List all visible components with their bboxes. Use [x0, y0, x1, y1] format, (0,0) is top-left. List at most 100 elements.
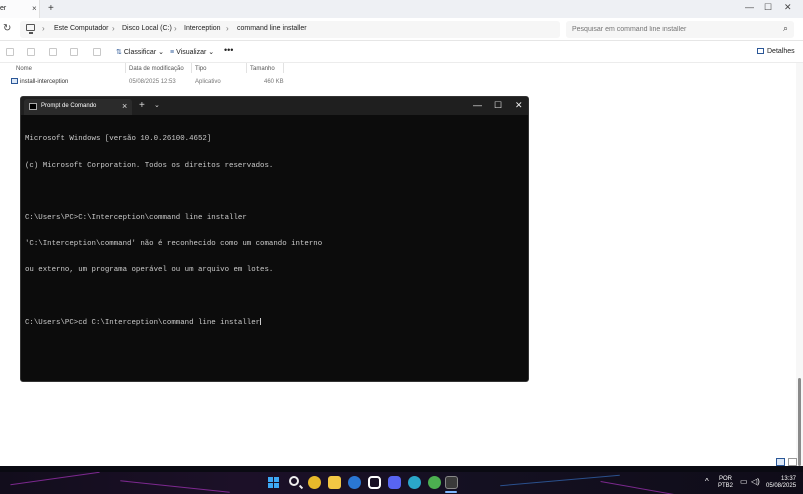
- lang-line2: PTB2: [718, 483, 734, 489]
- address-bar[interactable]: › Este Computador › Disco Local (C:) › I…: [20, 21, 560, 38]
- chevron-up-icon[interactable]: ^: [705, 478, 709, 486]
- more-options-button[interactable]: •••: [224, 45, 233, 55]
- cmd-line: [25, 292, 525, 301]
- column-divider[interactable]: [191, 63, 192, 73]
- minimize-icon[interactable]: —: [473, 100, 482, 110]
- column-divider[interactable]: [125, 63, 126, 73]
- explorer-tab-strip: er × + — ☐ ✕: [0, 0, 803, 18]
- copy-icon[interactable]: [27, 48, 35, 56]
- file-modified: 05/08/2025 12:53: [129, 79, 176, 85]
- close-icon[interactable]: ×: [32, 4, 37, 13]
- maximize-icon[interactable]: ☐: [494, 100, 502, 111]
- close-window-icon[interactable]: ✕: [784, 2, 792, 13]
- breadcrumb-interception[interactable]: Interception: [184, 25, 221, 32]
- command-prompt-window[interactable]: Prompt de Comando × + ⌄ — ☐ ✕ Microsoft …: [20, 96, 529, 382]
- maximize-icon[interactable]: ☐: [764, 2, 772, 13]
- search-box[interactable]: ⌕: [566, 21, 794, 38]
- explorer-tab-label: er: [0, 5, 7, 12]
- cmd-prompt-line[interactable]: C:\Users\PC>cd C:\Interception\command l…: [25, 318, 525, 328]
- scrollbar-thumb[interactable]: [798, 378, 801, 466]
- column-header-name[interactable]: Nome: [16, 66, 32, 72]
- app-c-icon[interactable]: [408, 476, 421, 489]
- sort-button[interactable]: ⇅ Classificar ⌄: [116, 48, 164, 56]
- terminal-icon[interactable]: [445, 476, 458, 489]
- application-icon: [11, 78, 18, 84]
- refresh-icon[interactable]: ↻: [3, 23, 11, 34]
- cmd-tab-title: Prompt de Comando: [41, 103, 97, 109]
- new-tab-icon[interactable]: +: [139, 100, 145, 111]
- tiles-view-icon[interactable]: [788, 458, 797, 466]
- cmd-icon: [29, 103, 37, 110]
- view-label: Visualizar: [176, 49, 207, 56]
- network-icon[interactable]: ▭: [740, 478, 748, 486]
- computer-icon: [26, 24, 35, 34]
- column-header-size[interactable]: Tamanho: [250, 66, 275, 72]
- column-divider[interactable]: [283, 63, 284, 73]
- active-app-indicator: [445, 491, 457, 493]
- folder-icon[interactable]: [328, 476, 341, 489]
- cmd-tab[interactable]: Prompt de Comando ×: [24, 99, 132, 115]
- cmd-titlebar[interactable]: Prompt de Comando × + ⌄ — ☐ ✕: [21, 97, 528, 115]
- wallpaper-streak: [120, 480, 230, 493]
- sort-icon: ⇅: [116, 49, 122, 56]
- minimize-icon[interactable]: —: [745, 2, 754, 12]
- text-cursor: [260, 318, 262, 326]
- chrome-icon[interactable]: [308, 476, 321, 489]
- app-s-icon[interactable]: [348, 476, 361, 489]
- volume-icon[interactable]: ◁): [751, 478, 760, 486]
- new-tab-icon[interactable]: +: [48, 3, 54, 14]
- clock[interactable]: 13:37 05/08/2025: [766, 476, 796, 490]
- details-button[interactable]: Detalhes: [757, 48, 795, 55]
- language-indicator[interactable]: POR PTB2: [718, 476, 733, 490]
- cmd-line: (c) Microsoft Corporation. Todos os dire…: [25, 161, 274, 170]
- paste-icon[interactable]: [49, 48, 57, 56]
- start-button[interactable]: [268, 477, 279, 488]
- lang-line1: POR: [719, 476, 733, 482]
- command-bar: ⇅ Classificar ⌄ ≡ Visualizar ⌄ ••• Detalhe…: [0, 41, 803, 63]
- column-divider[interactable]: [246, 63, 247, 73]
- search-input[interactable]: [572, 24, 772, 35]
- search-icon[interactable]: ⌕: [783, 23, 788, 34]
- app-u-icon[interactable]: [428, 476, 441, 489]
- chevron-right-icon[interactable]: ›: [112, 24, 115, 33]
- breadcrumb-este-computador[interactable]: Este Computador: [54, 25, 108, 32]
- chevron-right-icon[interactable]: ›: [42, 24, 45, 33]
- breadcrumb-disco-local[interactable]: Disco Local (C:): [122, 25, 172, 32]
- explorer-tab[interactable]: er ×: [0, 0, 40, 18]
- cmd-line: 'C:\Interception\command' não é reconhec…: [25, 239, 323, 248]
- address-row: ↻ › Este Computador › Disco Local (C:) ›…: [0, 18, 803, 41]
- column-header-modified[interactable]: Data de modificação: [129, 66, 184, 72]
- close-window-icon[interactable]: ✕: [515, 100, 523, 111]
- rename-icon[interactable]: [70, 48, 78, 56]
- cmd-output[interactable]: Microsoft Windows [versão 10.0.26100.465…: [25, 118, 525, 345]
- discord-icon[interactable]: [388, 476, 401, 489]
- cmd-line: [25, 188, 525, 197]
- file-type: Aplicativo: [195, 79, 221, 85]
- search-icon[interactable]: [289, 476, 299, 486]
- vertical-scrollbar[interactable]: [796, 63, 803, 466]
- wallpaper-streak: [10, 472, 100, 486]
- details-view-icon[interactable]: [776, 458, 785, 466]
- file-size: 460 KB: [264, 79, 284, 85]
- table-row[interactable]: install-interception 05/08/2025 12:53 Ap…: [0, 76, 400, 88]
- cmd-line: C:\Users\PC>C:\Interception\command line…: [25, 213, 247, 222]
- details-label: Detalhes: [767, 48, 795, 55]
- clock-time: 13:37: [780, 476, 796, 482]
- delete-icon[interactable]: [93, 48, 101, 56]
- cmd-line: ou externo, um programa operável ou um a…: [25, 265, 274, 274]
- chevron-right-icon[interactable]: ›: [226, 24, 229, 33]
- app-lock-icon[interactable]: [368, 476, 381, 489]
- cmd-current-input: C:\Users\PC>cd C:\Interception\command l…: [25, 319, 261, 328]
- chevron-right-icon[interactable]: ›: [174, 24, 177, 33]
- details-pane-icon: [757, 48, 764, 54]
- clock-date: 05/08/2025: [766, 483, 797, 489]
- file-name: install-interception: [20, 79, 69, 85]
- view-button[interactable]: ≡ Visualizar ⌄: [170, 48, 214, 56]
- cmd-line: Microsoft Windows [versão 10.0.26100.465…: [25, 135, 212, 144]
- close-tab-icon[interactable]: ×: [122, 101, 127, 111]
- sort-label: Classificar: [123, 49, 157, 56]
- breadcrumb-command-line-installer[interactable]: command line installer: [237, 25, 307, 32]
- cut-icon[interactable]: [6, 48, 14, 56]
- column-header-type[interactable]: Tipo: [195, 66, 206, 72]
- chevron-down-icon[interactable]: ⌄: [154, 101, 160, 109]
